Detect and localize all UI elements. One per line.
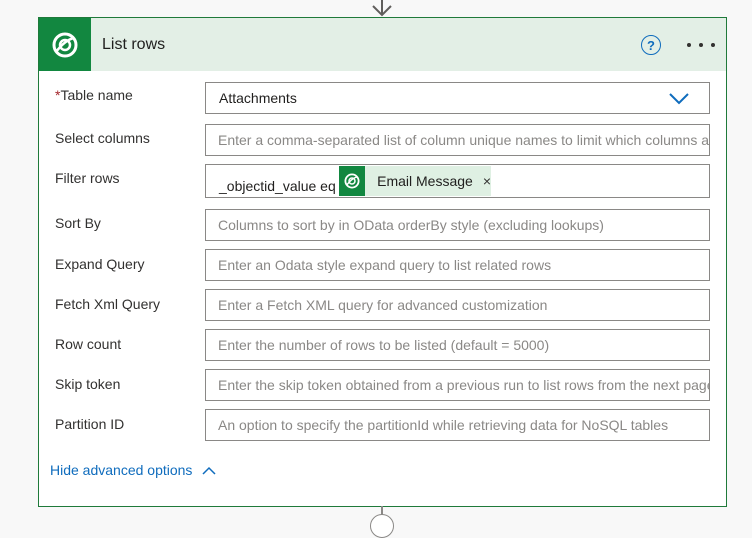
token-close-icon[interactable]: ×	[483, 173, 491, 189]
partition-id-input[interactable]: An option to specify the partitionId whi…	[205, 409, 710, 441]
select-columns-input[interactable]: Enter a comma-separated list of column u…	[205, 124, 710, 156]
token-label: Email Message	[377, 173, 473, 189]
expand-query-label: Expand Query	[55, 256, 145, 272]
table-name-label: *Table name	[55, 87, 133, 103]
fetch-xml-placeholder: Enter a Fetch XML query for advanced cus…	[218, 297, 548, 313]
select-columns-placeholder: Enter a comma-separated list of column u…	[218, 132, 710, 148]
hide-advanced-options-label: Hide advanced options	[50, 462, 193, 478]
filter-rows-label: Filter rows	[55, 170, 120, 186]
chevron-down-icon[interactable]	[669, 93, 689, 105]
sort-by-input[interactable]: Columns to sort by in OData orderBy styl…	[205, 209, 710, 241]
chevron-up-icon	[202, 466, 216, 475]
expand-query-input[interactable]: Enter an Odata style expand query to lis…	[205, 249, 710, 281]
action-title: List rows	[102, 36, 166, 53]
partition-id-placeholder: An option to specify the partitionId whi…	[218, 417, 669, 433]
action-header[interactable]: List rows ?	[39, 18, 726, 71]
sort-by-label: Sort By	[55, 215, 101, 231]
filter-rows-input[interactable]: _objectid_value eq Email Message ×	[205, 164, 710, 198]
row-count-input[interactable]: Enter the number of rows to be listed (d…	[205, 329, 710, 361]
filter-rows-expression: _objectid_value eq	[219, 178, 336, 194]
add-step-button[interactable]	[370, 514, 394, 538]
flow-arrow-down-icon	[372, 0, 392, 17]
help-icon[interactable]: ?	[641, 35, 661, 55]
partition-id-label: Partition ID	[55, 416, 125, 432]
list-rows-action-card: List rows ? *Table name Attachments Sele…	[38, 17, 727, 507]
dynamic-content-token[interactable]: Email Message ×	[339, 166, 491, 196]
more-options-icon[interactable]	[687, 36, 715, 54]
skip-token-label: Skip token	[55, 376, 121, 392]
sort-by-placeholder: Columns to sort by in OData orderBy styl…	[218, 217, 604, 233]
dataverse-icon	[39, 18, 91, 71]
expand-query-placeholder: Enter an Odata style expand query to lis…	[218, 257, 552, 273]
dataverse-token-icon	[339, 166, 366, 196]
hide-advanced-options-link[interactable]: Hide advanced options	[50, 462, 216, 478]
table-name-value: Attachments	[219, 90, 297, 106]
table-name-select[interactable]: Attachments	[205, 82, 710, 114]
row-count-label: Row count	[55, 336, 122, 352]
row-count-placeholder: Enter the number of rows to be listed (d…	[218, 337, 550, 353]
skip-token-input[interactable]: Enter the skip token obtained from a pre…	[205, 369, 710, 401]
skip-token-placeholder: Enter the skip token obtained from a pre…	[218, 377, 710, 393]
fetch-xml-input[interactable]: Enter a Fetch XML query for advanced cus…	[205, 289, 710, 321]
fetch-xml-label: Fetch Xml Query	[55, 296, 161, 312]
select-columns-label: Select columns	[55, 130, 150, 146]
